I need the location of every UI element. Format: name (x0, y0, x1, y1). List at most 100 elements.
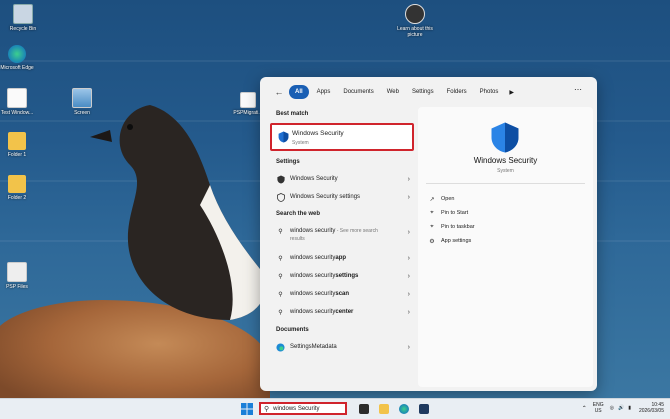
open-icon: ↗ (429, 196, 435, 203)
settings-result-windows-security[interactable]: Windows Security › (270, 171, 416, 187)
best-match-category: System (292, 140, 309, 146)
detail-app-category: System (497, 168, 514, 174)
folder-icon (8, 175, 26, 193)
chevron-right-icon: › (407, 290, 410, 298)
web-result[interactable]: ⚲ windows security scan › (270, 286, 416, 302)
document-icon (7, 262, 27, 282)
filter-tab-all[interactable]: All (289, 85, 309, 99)
web-query: windows security (290, 255, 336, 261)
detail-app-name: Windows Security (473, 156, 538, 165)
action-app-settings[interactable]: ⚙ App settings (428, 235, 471, 247)
edge-icon (8, 45, 26, 63)
file-explorer-icon[interactable] (379, 404, 389, 414)
best-match-result[interactable]: Windows Security System (270, 123, 414, 151)
battery-icon[interactable]: ▮ (628, 405, 631, 411)
chevron-right-icon: › (407, 308, 410, 316)
best-match-name: Windows Security (292, 130, 344, 137)
result-label: Windows Security (290, 176, 338, 182)
gear-icon: ⚙ (429, 238, 435, 245)
desktop-icon-label: PSP Files (6, 284, 28, 290)
chevron-right-icon: › (407, 229, 410, 236)
desktop-icon-label: Folder 2 (7, 195, 27, 201)
web-result[interactable]: ⚲ windows security app › (270, 250, 416, 266)
divider (426, 183, 585, 184)
web-result[interactable]: ⚲ windows security settings › (270, 268, 416, 284)
chevron-right-icon: › (407, 272, 410, 280)
pin-icon: ⌖ (430, 209, 434, 216)
document-icon (240, 92, 256, 108)
language-indicator[interactable]: ENG US (593, 402, 604, 414)
search-icon: ⚲ (278, 273, 283, 280)
recycle-bin-icon (13, 4, 33, 24)
action-label: Pin to Start (441, 210, 469, 216)
web-query-bold: center (335, 309, 354, 315)
web-result[interactable]: ⚲ windows security - See more search res… (270, 223, 416, 247)
search-icon: ⚲ (278, 255, 283, 262)
desktop-icon-recycle-bin[interactable]: Recycle Bin (3, 4, 43, 32)
task-view-icon[interactable] (359, 404, 369, 414)
desktop-icon-folder[interactable]: Folder 1 (0, 132, 37, 158)
chevron-right-icon: › (407, 254, 410, 262)
web-result[interactable]: ⚲ windows security center › (270, 304, 416, 320)
result-label: SettingsMetadata (290, 344, 337, 350)
shield-icon (491, 122, 519, 153)
desktop-icon-image[interactable]: Screen (62, 88, 102, 116)
search-web-header: Search the web (276, 211, 321, 217)
web-query-bold: app (335, 255, 347, 261)
play-icon[interactable]: ▶ (509, 89, 514, 96)
action-open[interactable]: ↗ Open (428, 193, 454, 205)
settings-header: Settings (276, 159, 300, 165)
start-search-panel: ← All Apps Documents Web Settings Folder… (260, 77, 597, 391)
network-icon[interactable]: ◎ (610, 405, 614, 411)
taskbar-search-box[interactable]: ⚲ windows Security (259, 402, 347, 415)
web-query: windows security (290, 291, 336, 297)
web-query: windows security (290, 309, 336, 315)
folder-icon (8, 132, 26, 150)
chevron-up-icon[interactable]: ⌃ (582, 405, 587, 412)
image-file-icon (72, 88, 92, 108)
filter-tab-documents[interactable]: Documents (338, 85, 378, 99)
camera-icon (405, 4, 425, 24)
action-pin-to-start[interactable]: ⌖ Pin to Start (428, 207, 468, 219)
search-icon: ⚲ (278, 229, 283, 235)
web-query-bold: scan (335, 291, 350, 297)
filter-tab-apps[interactable]: Apps (312, 85, 336, 99)
action-label: Pin to taskbar (441, 224, 475, 230)
search-icon: ⚲ (278, 309, 283, 316)
store-icon[interactable] (419, 404, 429, 414)
documents-header: Documents (276, 327, 309, 333)
clock[interactable]: 10:45 2026/03/05 (639, 402, 664, 414)
shield-icon (278, 131, 289, 143)
best-match-header: Best match (276, 111, 309, 117)
filter-tab-web[interactable]: Web (382, 85, 404, 99)
edge-icon[interactable] (399, 404, 409, 414)
filter-tab-settings[interactable]: Settings (407, 85, 439, 99)
desktop-icon-document[interactable]: Test Window... (0, 88, 37, 116)
more-options-icon[interactable]: ⋯ (574, 85, 583, 94)
desktop-icon-label: Screen (74, 110, 90, 116)
desktop-icon-edge[interactable]: Microsoft Edge (0, 45, 37, 71)
desktop-icon-label: Folder 1 (7, 152, 27, 158)
desktop-icon-label: Recycle Bin (9, 26, 37, 32)
search-input-value[interactable]: windows Security (273, 406, 319, 412)
shield-outline-icon (276, 192, 285, 202)
windows-start-icon[interactable] (241, 403, 253, 415)
action-pin-to-taskbar[interactable]: ⌖ Pin to taskbar (428, 221, 475, 233)
desktop-icon-learn-picture[interactable]: Learn about this picture (395, 4, 435, 38)
desktop-icon-folder[interactable]: Folder 2 (0, 175, 37, 201)
desktop-icon-label: Microsoft Edge (0, 65, 34, 71)
back-arrow-icon[interactable]: ← (272, 85, 286, 99)
desktop-icon-document[interactable]: PSP Files (0, 262, 37, 290)
settings-result-windows-security-settings[interactable]: Windows Security settings › (270, 189, 416, 205)
desktop-icon-label: Test Window... (0, 110, 34, 116)
filter-tab-folders[interactable]: Folders (442, 85, 472, 99)
document-result[interactable]: SettingsMetadata › (270, 339, 416, 355)
taskbar: ⚲ windows Security ⌃ ENG US ◎ 🔊 ▮ 10:45 … (0, 398, 670, 419)
document-icon (7, 88, 27, 108)
web-query-bold: settings (335, 273, 359, 279)
result-label: Windows Security settings (290, 194, 361, 200)
volume-icon[interactable]: 🔊 (618, 405, 624, 411)
filter-tab-photos[interactable]: Photos (475, 85, 504, 99)
edge-icon (276, 342, 285, 352)
action-label: Open (441, 196, 455, 202)
